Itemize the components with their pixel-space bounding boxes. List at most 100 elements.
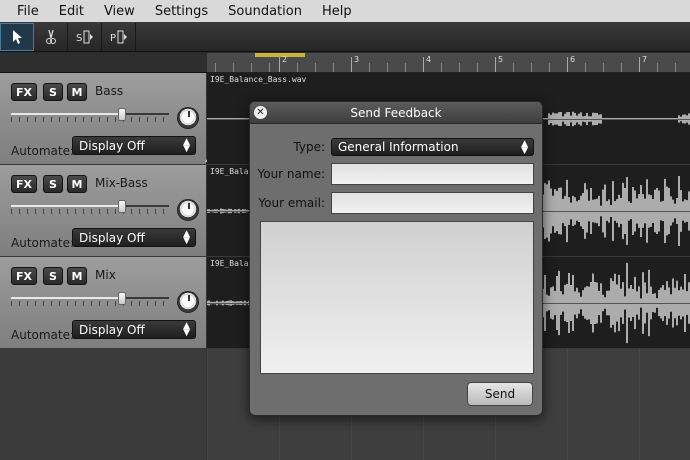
ruler-tick: [513, 63, 514, 72]
volume-slider-thumb[interactable]: [118, 200, 126, 213]
ruler-tick: [279, 57, 280, 72]
mute-button[interactable]: M: [67, 267, 87, 285]
track-header-bass: FX S M Bass Automate: Display Off ▲ ▼: [0, 73, 207, 165]
dialog-title: Send Feedback: [350, 106, 442, 120]
track-list-empty-area: [0, 349, 207, 460]
menu-file[interactable]: File: [17, 4, 39, 19]
name-input[interactable]: [331, 163, 534, 185]
svg-text:P: P: [110, 33, 116, 44]
stretch-tool[interactable]: S: [68, 22, 102, 51]
ruler-number: 3: [354, 55, 360, 64]
updown-arrows-icon: ▲ ▼: [521, 139, 528, 156]
automate-select[interactable]: Display Off ▲ ▼: [72, 320, 196, 339]
automate-select[interactable]: Display Off ▲ ▼: [72, 228, 196, 247]
feedback-type-select[interactable]: General Information ▲ ▼: [331, 138, 534, 156]
loop-region[interactable]: [255, 53, 305, 57]
name-label: Your name:: [257, 167, 325, 181]
email-label: Your email:: [258, 196, 325, 210]
pan-knob[interactable]: [177, 199, 199, 221]
message-textarea[interactable]: [260, 221, 534, 374]
ruler-tick: [215, 63, 216, 72]
automate-label: Automate:: [11, 236, 75, 250]
mute-button[interactable]: M: [67, 175, 87, 193]
pitch-tool[interactable]: P: [102, 22, 136, 51]
svg-text:S: S: [76, 33, 82, 44]
ruler-tick: [459, 63, 460, 72]
automate-label: Automate:: [11, 328, 75, 342]
ruler-number: 2: [282, 55, 288, 64]
solo-button[interactable]: S: [43, 267, 63, 285]
pointer-icon: [13, 29, 22, 44]
ruler-tick: [549, 63, 550, 72]
ruler-number: 6: [570, 55, 576, 64]
mute-button[interactable]: M: [67, 83, 87, 101]
timeline-ruler[interactable]: 2 3 4 5 6 7: [207, 53, 690, 73]
ruler-tick: [585, 63, 586, 72]
send-feedback-dialog: ✕ Send Feedback Type: General Informatio…: [249, 101, 543, 416]
automate-select[interactable]: Display Off ▲ ▼: [72, 136, 196, 155]
track-header-mix: FX S M Mix Automate: Display Off ▲ ▼: [0, 257, 207, 349]
ruler-number: 5: [498, 55, 504, 64]
pan-knob[interactable]: [177, 107, 199, 129]
track-name: Bass: [95, 84, 124, 98]
type-label: Type:: [293, 140, 325, 154]
send-button[interactable]: Send: [467, 382, 533, 406]
fx-button[interactable]: FX: [11, 175, 37, 193]
automate-select-value: Display Off: [79, 230, 145, 245]
ruler-tick: [495, 57, 496, 72]
updown-arrows-icon: ▲ ▼: [183, 321, 190, 338]
ruler-tick: [567, 57, 568, 72]
volume-slider[interactable]: [11, 108, 169, 122]
ruler-tick: [369, 63, 370, 72]
ruler-tick: [423, 57, 424, 72]
ruler-tick: [441, 63, 442, 72]
automate-label: Automate:: [11, 144, 75, 158]
volume-slider-thumb[interactable]: [118, 292, 126, 305]
track-header-mix-bass: FX S M Mix-Bass Automate: Display Off ▲ ▼: [0, 165, 207, 257]
track-name: Mix-Bass: [95, 176, 148, 190]
ruler-tick: [351, 57, 352, 72]
automate-select-value: Display Off: [79, 322, 145, 337]
track-name: Mix: [95, 268, 116, 282]
solo-button[interactable]: S: [43, 175, 63, 193]
ruler-tick: [387, 63, 388, 72]
pointer-tool[interactable]: [0, 22, 34, 51]
email-input[interactable]: [331, 192, 534, 214]
menu-bar: File Edit View Settings Soundation Help: [0, 0, 690, 22]
menu-help[interactable]: Help: [322, 4, 352, 19]
updown-arrows-icon: ▲ ▼: [183, 137, 190, 154]
ruler-tick: [477, 63, 478, 72]
ruler-tick: [333, 63, 334, 72]
pan-knob[interactable]: [177, 291, 199, 313]
ruler-tick: [233, 63, 234, 72]
volume-slider[interactable]: [11, 200, 169, 214]
ruler-tick: [639, 57, 640, 72]
ruler-tick: [269, 63, 270, 72]
ruler-tick: [315, 63, 316, 72]
stretch-icon: S: [76, 30, 93, 44]
updown-arrows-icon: ▲ ▼: [183, 229, 190, 246]
ruler-tick: [675, 63, 676, 72]
automate-select-value: Display Off: [79, 138, 145, 153]
ruler-tick: [251, 63, 252, 72]
ruler-number: 4: [426, 55, 432, 64]
ruler-number: 7: [642, 55, 648, 64]
menu-soundation[interactable]: Soundation: [228, 4, 302, 19]
ruler-spacer: [0, 53, 207, 73]
solo-button[interactable]: S: [43, 83, 63, 101]
fx-button[interactable]: FX: [11, 267, 37, 285]
menu-view[interactable]: View: [104, 4, 135, 19]
ruler-tick: [531, 63, 532, 72]
menu-edit[interactable]: Edit: [59, 4, 84, 19]
menu-settings[interactable]: Settings: [155, 4, 208, 19]
ruler-tick: [405, 63, 406, 72]
cut-tool[interactable]: [34, 22, 68, 51]
ruler-tick: [621, 63, 622, 72]
feedback-type-value: General Information: [338, 140, 459, 154]
toolbar: S P: [0, 22, 690, 52]
volume-slider[interactable]: [11, 292, 169, 306]
dialog-titlebar[interactable]: ✕ Send Feedback: [250, 102, 542, 124]
volume-slider-thumb[interactable]: [118, 108, 126, 121]
fx-button[interactable]: FX: [11, 83, 37, 101]
clip-label: I9E_Balance_Bass.wav: [210, 75, 307, 84]
